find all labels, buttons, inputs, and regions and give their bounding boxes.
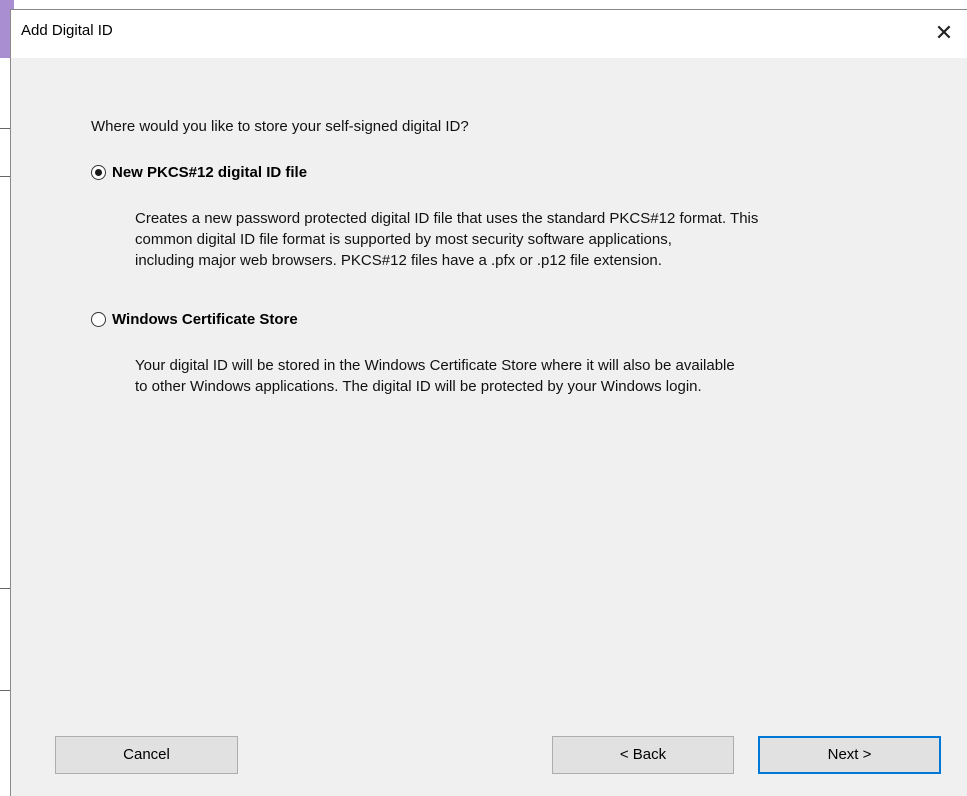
description-line: Your digital ID will be stored in the Wi… — [135, 357, 735, 374]
description-line: Creates a new password protected digital… — [135, 210, 759, 227]
add-digital-id-dialog: Add Digital ID ✕ Where would you like to… — [10, 9, 967, 796]
close-icon: ✕ — [934, 20, 954, 45]
option-pkcs12-file[interactable]: New PKCS#12 digital ID file — [91, 164, 307, 181]
background-divider — [0, 588, 10, 589]
option-pkcs12-label: New PKCS#12 digital ID file — [112, 164, 308, 181]
option-windows-store-description: Your digital ID will be stored in the Wi… — [135, 355, 955, 397]
close-button[interactable]: ✕ — [921, 10, 967, 56]
option-pkcs12-description: Creates a new password protected digital… — [135, 208, 955, 271]
next-button[interactable]: Next > — [758, 736, 941, 774]
storage-question: Where would you like to store your self-… — [91, 118, 469, 135]
background-divider — [0, 690, 10, 691]
description-line: including major web browsers. PKCS#12 fi… — [135, 252, 662, 269]
description-line: to other Windows applications. The digit… — [135, 378, 702, 395]
option-windows-store-label: Windows Certificate Store — [112, 311, 298, 328]
radio-windows-store[interactable] — [91, 312, 106, 327]
back-button[interactable]: < Back — [552, 736, 734, 774]
background-divider — [0, 128, 10, 129]
radio-pkcs12-file[interactable] — [91, 165, 106, 180]
background-divider — [0, 176, 10, 177]
dialog-title: Add Digital ID — [21, 22, 113, 39]
cancel-button[interactable]: Cancel — [55, 736, 238, 774]
title-bar: Add Digital ID ✕ — [11, 10, 967, 58]
dialog-body: Where would you like to store your self-… — [11, 58, 967, 796]
description-line: common digital ID file format is support… — [135, 231, 672, 248]
option-windows-store[interactable]: Windows Certificate Store — [91, 311, 298, 328]
